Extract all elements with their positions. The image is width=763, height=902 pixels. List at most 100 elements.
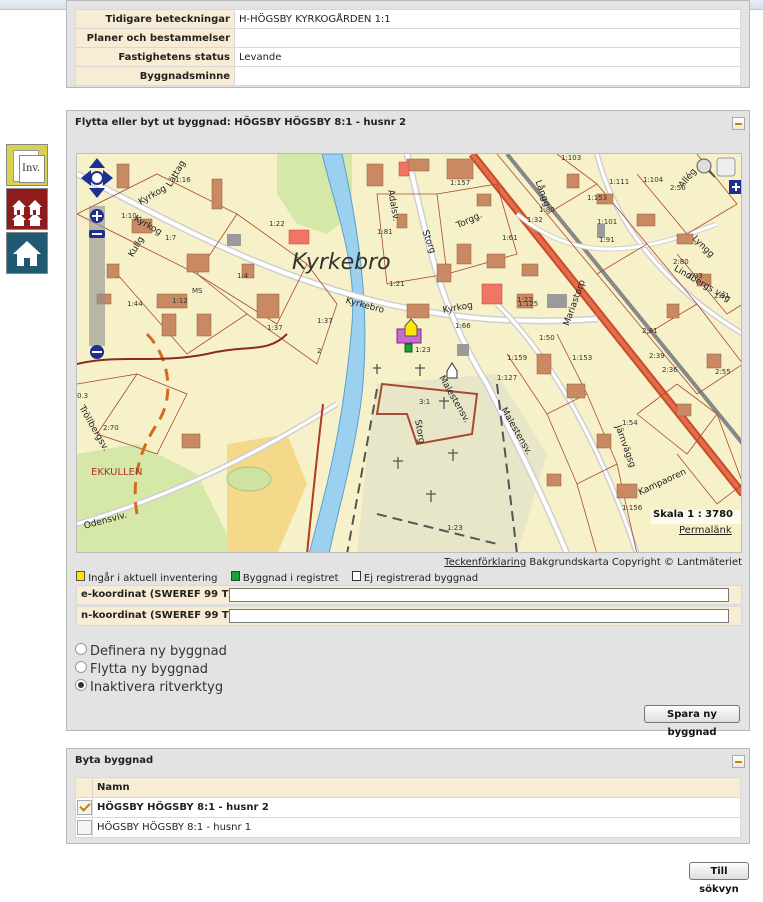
radio-disable-drawing[interactable]: Inaktivera ritverktyg — [75, 679, 223, 695]
save-building-button[interactable]: Spara ny byggnad — [644, 705, 740, 738]
parcel-label: 2:81 — [642, 327, 658, 335]
parcel-label: 1:127 — [497, 374, 518, 382]
info-value — [234, 66, 741, 86]
parcel-label: 2:36 — [662, 366, 678, 374]
change-building-panel: Byta byggnad Namn HÖGSBY HÖGSBY 8:1 - hu… — [66, 748, 750, 844]
change-panel-title: Byta byggnad — [75, 755, 154, 766]
legend-item: Ej registrerad byggnad — [363, 573, 479, 584]
collapse-button[interactable] — [732, 755, 745, 768]
info-label: Byggnadsminne — [75, 66, 235, 86]
table-row[interactable]: HÖGSBY HÖGSBY 8:1 - husnr 1 — [75, 817, 741, 838]
legend-link[interactable]: Teckenförklaring — [444, 557, 526, 568]
yellow-house-icon — [76, 571, 85, 581]
info-label: Tidigare beteckningar — [75, 9, 235, 29]
parcel-label: 1:153 — [572, 354, 593, 362]
parcel-label: 1:22 — [269, 220, 285, 228]
parcel-label: 2:50 — [670, 184, 686, 192]
parcel-label: 0.3 — [77, 392, 89, 400]
parcel-label: 1:23 — [415, 346, 431, 354]
parcel-label: 1:66 — [455, 322, 471, 330]
legend-item: Byggnad i registret — [242, 573, 339, 584]
copyright-text: Bakgrundskarta Copyright © Lantmäteriet — [529, 557, 742, 568]
buildings-icon[interactable] — [6, 188, 48, 230]
radio-label: Definera ny byggnad — [90, 644, 227, 659]
building-table: Namn HÖGSBY HÖGSBY 8:1 - husnr 2 HÖGSBY … — [75, 777, 741, 838]
inventory-icon[interactable]: Inv. — [6, 144, 48, 186]
parcel-label: 1:32 — [527, 216, 543, 224]
parcel-label: 2:39 — [649, 352, 665, 360]
parcel-label: 2:70 — [103, 424, 119, 432]
n-coordinate-label: n-koordinat (SWEREF 99 TM) — [81, 610, 244, 621]
info-label: Planer och bestammelser — [75, 28, 235, 48]
parcel-label: 2:55 — [715, 368, 731, 376]
parcel-label: 1:157 — [450, 179, 471, 187]
parcel-label: 1:7 — [165, 234, 177, 242]
map-scale-label: Skala 1 : 3780 — [653, 509, 734, 520]
table-row[interactable]: HÖGSBY HÖGSBY 8:1 - husnr 2 — [75, 797, 741, 818]
parcel-label: 1:16 — [175, 176, 191, 184]
parcel-label: 2:80 — [673, 258, 689, 266]
inventory-icon-label: Inv. — [22, 163, 41, 174]
parcel-label: 1:111 — [609, 178, 630, 186]
radio-label: Flytta ny byggnad — [90, 662, 209, 677]
map-big-label: Kyrkebro — [292, 250, 391, 275]
parcel-label: 1:91 — [599, 236, 615, 244]
parcel-label: 1:159 — [507, 354, 528, 362]
property-info-table: Tidigare beteckningar H-HÖGSBY KYRKOGÅRDE… — [75, 9, 741, 86]
parcel-label: 2:93 — [687, 272, 703, 280]
map-credits: Teckenförklaring Bakgrundskarta Copyrigh… — [444, 557, 742, 568]
search-view-button[interactable]: Till sökvyn — [689, 862, 749, 895]
table-header-row: Namn — [75, 777, 741, 798]
info-row: Tidigare beteckningar H-HÖGSBY KYRKOGÅRDE… — [75, 9, 741, 29]
parcel-label: 1:101 — [597, 218, 618, 226]
parcel-label: 1:81 — [377, 228, 393, 236]
parcel-label: 1:54 — [622, 419, 638, 427]
row-checkbox[interactable] — [76, 820, 92, 835]
radio-dot-selected[interactable] — [75, 679, 87, 691]
parcel-label: 1:4 — [237, 272, 249, 280]
e-coordinate-input[interactable] — [229, 588, 729, 602]
info-value — [234, 28, 741, 48]
radio-dot[interactable] — [75, 661, 87, 673]
parcel-label: 2 — [317, 347, 322, 355]
parcel-label: 1:22 — [517, 296, 533, 304]
white-house-icon — [351, 571, 361, 581]
info-row: Fastighetens status Levande — [75, 47, 741, 67]
building-name: HÖGSBY HÖGSBY 8:1 - husnr 2 — [92, 797, 741, 818]
e-coordinate-label: e-koordinat (SWEREF 99 TM) — [81, 589, 243, 600]
home-icon[interactable] — [6, 232, 48, 274]
parcel-label: 1:61 — [502, 234, 518, 242]
radio-define-building[interactable]: Definera ny byggnad — [75, 643, 227, 659]
parcel-label: 1:50 — [539, 334, 555, 342]
parcel-label: 1:156 — [622, 504, 643, 512]
map-view[interactable]: Kyrkebro EKKULLEN Skala 1 : 3780 Permalä… — [76, 153, 742, 553]
parcel-label: 1:21 — [389, 280, 405, 288]
n-coordinate-row: n-koordinat (SWEREF 99 TM) — [76, 606, 742, 626]
e-coordinate-row: e-koordinat (SWEREF 99 TM) — [76, 585, 742, 605]
legend-item: Ingår i aktuell inventering — [88, 573, 218, 584]
building-name: HÖGSBY HÖGSBY 8:1 - husnr 1 — [92, 817, 741, 838]
collapse-button[interactable] — [732, 117, 745, 130]
parcel-label: 1:153 — [587, 194, 608, 202]
radio-move-building[interactable]: Flytta ny byggnad — [75, 661, 208, 677]
radio-dot[interactable] — [75, 643, 87, 655]
parcel-label: 1:80 — [539, 206, 555, 214]
parcel-label: 3:1 — [419, 398, 431, 406]
permalink-link[interactable]: Permalänk — [679, 525, 732, 536]
row-checkbox[interactable] — [76, 800, 92, 815]
parcel-label: 1:103 — [561, 154, 582, 162]
parcel-label: 1:104 — [643, 176, 664, 184]
name-column-header: Namn — [92, 777, 741, 798]
legend-items: Ingår i aktuell inventering Byggnad i re… — [76, 571, 478, 584]
info-value: H-HÖGSBY KYRKOGÅRDEN 1:1 — [234, 9, 741, 29]
radio-label: Inaktivera ritverktyg — [90, 680, 224, 695]
n-coordinate-input[interactable] — [229, 609, 729, 623]
parcel-label: 2:91 — [714, 292, 730, 300]
info-label: Fastighetens status — [75, 47, 235, 67]
move-building-panel: Flytta eller byt ut byggnad: HÖGSBY HÖGS… — [66, 110, 750, 738]
parcel-label: 1:37 — [267, 324, 283, 332]
parcel-label: 1:44 — [127, 300, 143, 308]
parcel-label: 1:37 — [317, 317, 333, 325]
info-row: Planer och bestammelser — [75, 28, 741, 48]
parcel-label: 1:10 — [121, 212, 137, 220]
